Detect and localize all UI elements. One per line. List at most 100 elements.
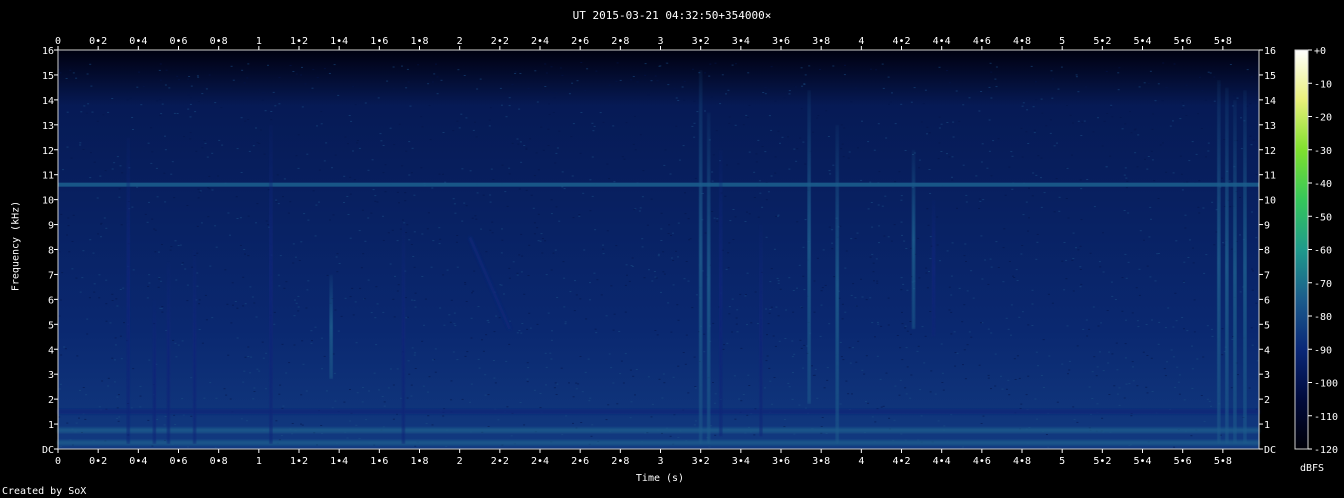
x-tick-label-top-22: 4•4	[933, 36, 951, 47]
x-tick-label-top-2: 0•4	[129, 36, 147, 47]
y-tick-label-right-4: 4	[1264, 345, 1270, 356]
x-tick-label-top-10: 2	[457, 36, 463, 47]
event-mark-3	[192, 249, 197, 445]
event-mark-18	[1242, 89, 1247, 445]
x-tick-label-top-4: 0•8	[210, 36, 228, 47]
colorbar-tick-label-1: -10	[1314, 79, 1332, 90]
y-tick-label-right-0: DC	[1264, 445, 1276, 456]
y-tick-label-left-3: 3	[48, 370, 54, 381]
y-tick-label-right-8: 8	[1264, 246, 1270, 257]
colorbar	[1295, 50, 1308, 449]
y-tick-label-right-16: 16	[1264, 46, 1276, 57]
event-mark-15	[1216, 79, 1221, 445]
x-tick-label-top-1: 0•2	[89, 36, 107, 47]
x-tick-label-bottom-20: 4	[858, 456, 864, 467]
y-tick-label-left-1: 1	[48, 420, 54, 431]
event-mark-7	[698, 69, 703, 445]
x-tick-label-bottom-10: 2	[457, 456, 463, 467]
x-tick-label-bottom-18: 3•6	[772, 456, 790, 467]
event-mark-14	[931, 199, 936, 337]
event-mark-13	[911, 149, 916, 330]
y-tick-label-right-9: 9	[1264, 221, 1270, 232]
x-tick-label-top-15: 3	[657, 36, 663, 47]
event-mark-1	[152, 299, 157, 445]
tone-line	[58, 182, 1259, 187]
colorbar-tick-label-10: -100	[1314, 379, 1338, 390]
y-tick-label-left-7: 7	[48, 270, 54, 281]
x-tick-label-bottom-19: 3•8	[812, 456, 830, 467]
x-tick-label-bottom-22: 4•4	[933, 456, 951, 467]
x-tick-label-bottom-11: 2•2	[491, 456, 509, 467]
y-tick-label-left-16: 16	[42, 46, 54, 57]
colorbar-tick-label-6: -60	[1314, 246, 1332, 257]
x-tick-label-top-23: 4•6	[973, 36, 991, 47]
x-tick-label-top-14: 2•8	[611, 36, 629, 47]
x-tick-label-top-26: 5•2	[1093, 36, 1111, 47]
x-tick-label-bottom-28: 5•6	[1174, 456, 1192, 467]
x-tick-label-bottom-5: 1	[256, 456, 262, 467]
y-tick-label-left-8: 8	[48, 246, 54, 257]
x-tick-label-bottom-29: 5•8	[1214, 456, 1232, 467]
x-tick-label-top-13: 2•6	[571, 36, 589, 47]
y-tick-label-left-5: 5	[48, 320, 54, 331]
x-tick-label-top-9: 1•8	[410, 36, 428, 47]
x-tick-label-bottom-24: 4•8	[1013, 456, 1031, 467]
low-freq-band-0	[58, 440, 1259, 446]
x-tick-label-top-11: 2•2	[491, 36, 509, 47]
x-tick-label-bottom-9: 1•8	[410, 456, 428, 467]
colorbar-tick-label-8: -80	[1314, 312, 1332, 323]
x-tick-label-bottom-16: 3•2	[692, 456, 710, 467]
colorbar-tick-label-5: -50	[1314, 212, 1332, 223]
x-tick-label-bottom-15: 3	[657, 456, 663, 467]
event-mark-6	[401, 224, 406, 445]
x-tick-label-bottom-0: 0	[55, 456, 61, 467]
x-tick-label-bottom-23: 4•6	[973, 456, 991, 467]
y-tick-label-right-5: 5	[1264, 320, 1270, 331]
x-tick-label-bottom-1: 0•2	[89, 456, 107, 467]
event-mark-8	[706, 112, 711, 445]
y-tick-label-right-3: 3	[1264, 370, 1270, 381]
y-tick-label-left-2: 2	[48, 395, 54, 406]
x-tick-label-bottom-21: 4•2	[892, 456, 910, 467]
x-tick-label-bottom-4: 0•8	[210, 456, 228, 467]
y-tick-label-right-7: 7	[1264, 270, 1270, 281]
x-tick-label-top-0: 0	[55, 36, 61, 47]
x-tick-label-top-28: 5•6	[1174, 36, 1192, 47]
x-tick-label-top-16: 3•2	[692, 36, 710, 47]
x-tick-label-bottom-6: 1•2	[290, 456, 308, 467]
x-tick-label-top-21: 4•2	[892, 36, 910, 47]
y-tick-label-right-1: 1	[1264, 420, 1270, 431]
event-mark-0	[126, 137, 131, 445]
y-tick-label-left-10: 10	[42, 196, 54, 207]
y-tick-label-right-2: 2	[1264, 395, 1270, 406]
y-tick-label-left-15: 15	[42, 71, 54, 82]
x-tick-label-top-19: 3•8	[812, 36, 830, 47]
x-tick-label-top-3: 0•6	[169, 36, 187, 47]
y-tick-label-right-13: 13	[1264, 121, 1276, 132]
event-mark-17	[1232, 99, 1237, 445]
colorbar-tick-label-2: -20	[1314, 113, 1332, 124]
x-tick-label-bottom-8: 1•6	[370, 456, 388, 467]
y-tick-label-right-6: 6	[1264, 295, 1270, 306]
x-tick-label-bottom-2: 0•4	[129, 456, 147, 467]
colorbar-tick-label-7: -70	[1314, 279, 1332, 290]
low-freq-band-1	[58, 427, 1259, 433]
y-tick-label-right-15: 15	[1264, 71, 1276, 82]
y-tick-label-right-11: 11	[1264, 171, 1276, 182]
x-tick-label-top-12: 2•4	[531, 36, 549, 47]
x-tick-label-bottom-27: 5•4	[1133, 456, 1151, 467]
colorbar-tick-label-0: +0	[1314, 46, 1326, 57]
x-tick-label-top-5: 1	[256, 36, 262, 47]
event-mark-16	[1224, 87, 1229, 445]
spectrogram-svg: 000•20•20•40•40•60•60•80•8111•21•21•41•4…	[42, 36, 1338, 467]
x-tick-label-top-8: 1•6	[370, 36, 388, 47]
x-tick-label-top-29: 5•8	[1214, 36, 1232, 47]
x-tick-label-bottom-13: 2•6	[571, 456, 589, 467]
x-tick-label-top-27: 5•4	[1133, 36, 1151, 47]
x-tick-label-bottom-25: 5	[1059, 456, 1065, 467]
x-tick-label-bottom-17: 3•4	[732, 456, 750, 467]
x-tick-label-top-6: 1•2	[290, 36, 308, 47]
y-tick-label-left-12: 12	[42, 146, 54, 157]
x-tick-label-top-7: 1•4	[330, 36, 348, 47]
colorbar-tick-label-12: -120	[1314, 445, 1338, 456]
